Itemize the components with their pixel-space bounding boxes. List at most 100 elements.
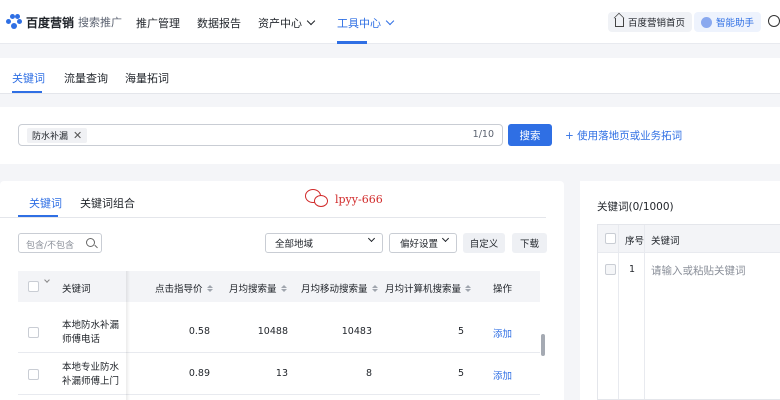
subtab-keywords[interactable]: 关键词 xyxy=(12,70,45,86)
column-header-index: 序号 xyxy=(625,236,645,247)
column-header-action: 操作 xyxy=(493,281,512,295)
product-name: 搜索推广 xyxy=(78,16,123,29)
divider xyxy=(644,225,645,399)
selected-keywords-panel: 关键词(0/1000) 序号 关键词 1 请输入或粘贴关键词 xyxy=(580,181,780,400)
column-header-monthly-searches[interactable]: 月均搜索量 xyxy=(229,281,287,295)
column-header-mobile-searches[interactable]: 月均移动搜索量 xyxy=(301,281,378,295)
chevron-down-icon xyxy=(367,234,376,243)
chevron-down-icon xyxy=(441,234,450,243)
keyword-tag-label: 防水补漏 xyxy=(32,132,69,142)
column-header-keyword: 关键词 xyxy=(651,236,680,247)
results-card: 关键词 关键词组合 lpyy-666 包含/不包含 全部地域 偏好设置 自定义 … xyxy=(0,181,564,400)
add-keyword-button[interactable]: 添加 xyxy=(493,326,512,340)
tab-keyword-combination[interactable]: 关键词组合 xyxy=(80,195,135,211)
tool-subtabs: 关键词 流量查询 海量拓词 xyxy=(0,58,780,94)
selected-keywords-title: 关键词(0/1000) xyxy=(597,201,674,213)
keyword-cell: 本地专业防水补漏师傅上门 xyxy=(62,362,120,387)
monthly-searches-cell: 13 xyxy=(275,368,288,379)
monthly-searches-cell: 10488 xyxy=(257,326,288,337)
scrollbar-thumb[interactable] xyxy=(541,334,545,356)
home-link-label: 百度营销首页 xyxy=(628,18,686,29)
home-icon xyxy=(615,17,624,27)
nav-label: 推广管理 xyxy=(136,17,180,30)
wechat-watermark: lpyy-666 xyxy=(305,189,383,209)
search-button[interactable]: 搜索 xyxy=(508,124,552,146)
nav-label: 资产中心 xyxy=(258,17,302,30)
close-icon[interactable]: ✕ xyxy=(73,130,82,141)
column-header-pc-searches[interactable]: 月均计算机搜索量 xyxy=(385,281,472,295)
pc-searches-cell: 5 xyxy=(457,368,464,379)
nav-item-promotion[interactable]: 推广管理 xyxy=(136,15,180,31)
baidu-paw-icon xyxy=(6,14,22,30)
nav-item-tools[interactable]: 工具中心 xyxy=(337,15,395,31)
search-panel: 防水补漏 ✕ 1/10 搜索 + 使用落地页或业务拓词 xyxy=(0,107,780,164)
selected-keywords-table: 序号 关键词 1 请输入或粘贴关键词 xyxy=(597,224,780,400)
nav-item-assets[interactable]: 资产中心 xyxy=(258,15,316,31)
column-label: 月均搜索量 xyxy=(229,284,277,295)
chevron-down-icon[interactable] xyxy=(44,277,50,283)
table-row: 本地防水补漏师傅电话 0.58 10488 10483 5 添加 xyxy=(18,312,540,353)
home-link-button[interactable]: 百度营销首页 xyxy=(608,12,693,32)
table-scrollbar[interactable] xyxy=(540,302,546,400)
settings-icon[interactable] xyxy=(768,15,780,27)
customize-button[interactable]: 自定义 xyxy=(463,233,505,253)
select-all-checkbox[interactable] xyxy=(605,233,616,244)
sort-icon xyxy=(280,284,287,292)
search-icon xyxy=(86,238,95,247)
column-header-keyword: 关键词 xyxy=(62,281,91,295)
watermark-text: lpyy-666 xyxy=(335,192,383,206)
wechat-icon xyxy=(305,189,329,209)
keyword-counter: 1/10 xyxy=(472,129,494,140)
nav-item-reports[interactable]: 数据报告 xyxy=(197,15,241,31)
cpc-cell: 0.58 xyxy=(188,326,210,337)
fixed-column-shadow xyxy=(126,271,130,400)
sort-icon xyxy=(206,284,213,292)
preference-select[interactable]: 偏好设置 xyxy=(389,233,457,253)
assistant-label: 智能助手 xyxy=(716,18,755,29)
row-checkbox[interactable] xyxy=(28,327,39,338)
assistant-button[interactable]: 智能助手 xyxy=(694,12,762,32)
column-label: 月均移动搜索量 xyxy=(301,284,368,295)
column-label: 月均计算机搜索量 xyxy=(385,284,462,295)
assistant-icon xyxy=(701,16,712,28)
pc-searches-cell: 5 xyxy=(457,326,464,337)
column-label: 操作 xyxy=(493,284,513,295)
table-row: 本地专业防水补漏师傅上门 0.89 13 8 5 添加 xyxy=(18,354,540,395)
divider xyxy=(598,252,780,253)
row-index: 1 xyxy=(629,264,636,275)
sort-icon xyxy=(371,284,378,292)
keyword-tag[interactable]: 防水补漏 ✕ xyxy=(27,128,88,143)
mobile-searches-cell: 10483 xyxy=(341,326,372,337)
tab-divider xyxy=(0,217,546,218)
filter-placeholder: 包含/不包含 xyxy=(26,241,75,251)
baidu-marketing-logo[interactable]: 百度营销 搜索推广 xyxy=(6,12,122,32)
landing-page-expand-link[interactable]: + 使用落地页或业务拓词 xyxy=(565,128,682,143)
row-checkbox[interactable] xyxy=(605,264,616,275)
table-header: 关键词 点击指导价 月均搜索量 月均移动搜索量 月均计算机搜索量 操作 xyxy=(18,271,540,302)
subtab-bulk-expansion[interactable]: 海量拓词 xyxy=(125,70,169,86)
column-label: 关键词 xyxy=(62,284,91,295)
region-select-value: 全部地域 xyxy=(275,239,314,250)
nav-label: 数据报告 xyxy=(197,17,241,30)
cpc-cell: 0.89 xyxy=(188,368,210,379)
select-all-checkbox[interactable] xyxy=(28,281,39,292)
region-select[interactable]: 全部地域 xyxy=(265,233,383,253)
divider xyxy=(618,225,619,399)
column-label: 点击指导价 xyxy=(155,284,203,295)
include-exclude-filter[interactable]: 包含/不包含 xyxy=(18,233,102,253)
keyword-paste-input[interactable]: 请输入或粘贴关键词 xyxy=(651,263,746,278)
top-navigation: 百度营销 搜索推广 推广管理 数据报告 资产中心 工具中心 百度营销首页 智能助… xyxy=(0,0,780,44)
side-table-header: 序号 关键词 xyxy=(598,225,780,252)
preference-select-value: 偏好设置 xyxy=(400,239,439,250)
subtab-traffic-query[interactable]: 流量查询 xyxy=(64,70,108,86)
add-keyword-button[interactable]: 添加 xyxy=(493,368,512,382)
column-header-cpc[interactable]: 点击指导价 xyxy=(155,281,213,295)
nav-label: 工具中心 xyxy=(337,17,381,30)
keyword-cell: 本地防水补漏师傅电话 xyxy=(62,320,120,345)
keyword-search-input[interactable]: 防水补漏 ✕ 1/10 xyxy=(18,124,503,146)
chevron-down-icon xyxy=(306,16,316,26)
download-button[interactable]: 下载 xyxy=(512,233,547,253)
tab-keywords[interactable]: 关键词 xyxy=(29,195,62,211)
row-checkbox[interactable] xyxy=(28,369,39,380)
sort-icon xyxy=(465,284,472,292)
